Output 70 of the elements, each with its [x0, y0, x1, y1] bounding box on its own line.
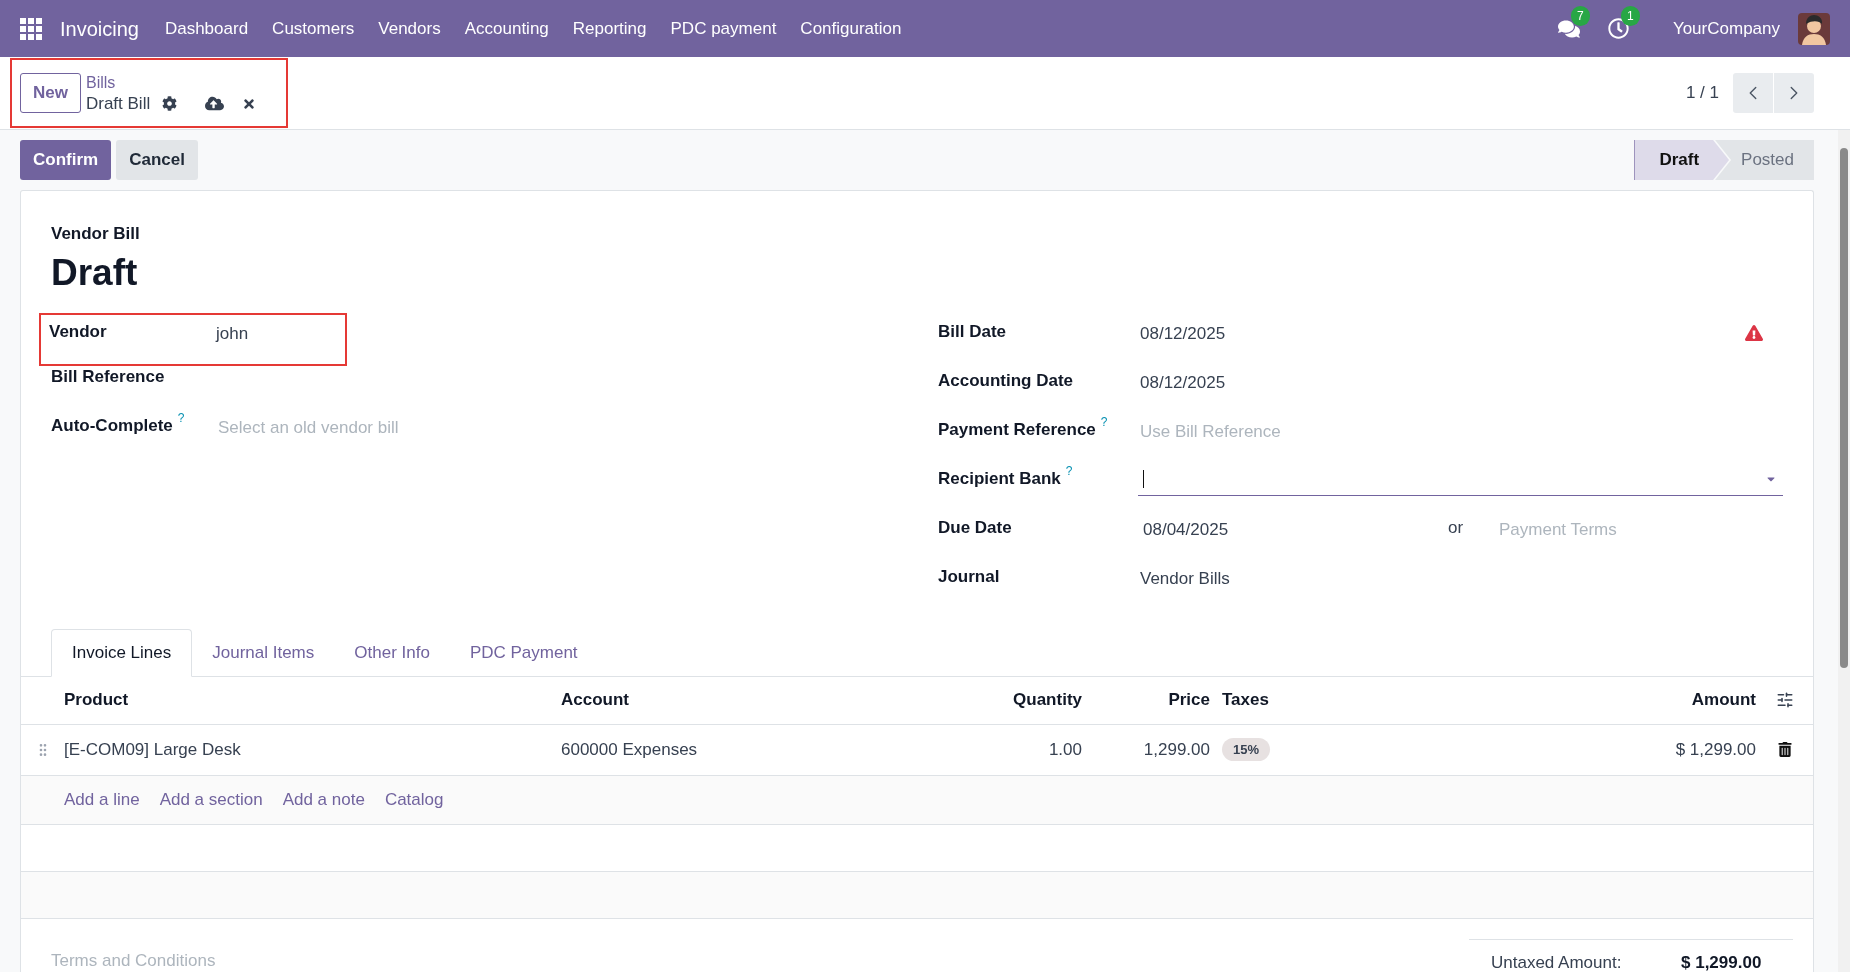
document-type: Vendor Bill [51, 223, 140, 245]
column-header[interactable]: Amount [1691, 687, 1756, 713]
breadcrumb-link[interactable]: Bills [85, 72, 257, 93]
message-count: 7 [1570, 5, 1590, 26]
field-label: Payment Reference [938, 418, 1096, 441]
field-value[interactable]: john [214, 320, 249, 346]
total-label: Untaxed Amount: [1491, 951, 1623, 972]
table-cell-text: 1,299.00 [1143, 738, 1210, 761]
column-header[interactable]: Quantity [1013, 687, 1082, 713]
add-link[interactable]: Catalog [384, 786, 444, 813]
column-header[interactable]: Taxes [1222, 687, 1269, 713]
activity-count: 1 [1620, 6, 1640, 26]
record-title: Draft Bill [85, 93, 151, 114]
close-icon[interactable] [242, 96, 257, 111]
field-label: Accounting Date [938, 369, 1074, 392]
field-value[interactable]: 08/12/2025 [1138, 369, 1226, 395]
menu-item[interactable]: Vendors [378, 15, 441, 42]
menu-item[interactable]: Dashboard [164, 15, 249, 42]
add-link[interactable]: Add a line [64, 786, 140, 813]
column-header[interactable]: Product [64, 687, 129, 713]
field-label: Recipient Bank [938, 467, 1061, 490]
notebook-tab[interactable]: PDC Payment [449, 628, 598, 677]
clock-icon[interactable] [1607, 18, 1629, 39]
menu-item[interactable]: Configuration [800, 15, 902, 42]
column-header[interactable]: Price [1168, 687, 1210, 713]
notebook-tab[interactable]: Journal Items [192, 628, 335, 677]
add-link[interactable]: Add a note [282, 786, 365, 813]
menu-item[interactable]: PDC payment [670, 15, 777, 42]
column-settings-icon[interactable] [1775, 691, 1794, 709]
field-label: Vendor [49, 320, 107, 343]
cloud-upload-icon[interactable] [205, 94, 225, 113]
apps-grid-icon[interactable] [20, 17, 42, 40]
table-cell-text: 600000 Expenses [561, 738, 698, 761]
field-label: Bill Date [938, 320, 1007, 343]
app-name[interactable]: Invoicing [60, 13, 139, 44]
field-label: Auto-Complete [51, 414, 173, 437]
action-button[interactable]: Confirm [20, 140, 112, 180]
document-title: Draft [51, 250, 138, 295]
field-value[interactable]: Vendor Bills [1138, 565, 1230, 591]
company-name[interactable]: YourCompany [1672, 15, 1780, 42]
menu-item[interactable]: Reporting [572, 15, 647, 42]
column-header[interactable]: Account [561, 687, 629, 713]
table-cell-text: 1.00 [1048, 738, 1082, 761]
or-label: or [1448, 516, 1465, 539]
field-label: Due Date [938, 516, 1012, 539]
tax-tag: 15% [1222, 738, 1271, 761]
help-mark[interactable]: ? [177, 410, 185, 425]
field-label: Journal [938, 565, 1000, 588]
help-mark[interactable]: ? [1065, 463, 1073, 478]
scrollbar[interactable] [1838, 130, 1850, 972]
field-label: Bill Reference [51, 365, 165, 388]
help-mark[interactable]: ? [1100, 414, 1108, 429]
menu-item[interactable]: Accounting [464, 15, 549, 42]
notebook-tab[interactable]: Other Info [334, 628, 450, 677]
avatar-icon[interactable] [1798, 12, 1830, 45]
settings-icon[interactable] [162, 96, 178, 111]
pager-text: 1 / 1 [1685, 82, 1719, 105]
add-link[interactable]: Add a section [159, 786, 263, 813]
menu-item[interactable]: Customers [272, 15, 355, 42]
delete-icon[interactable] [1777, 742, 1792, 757]
field-value[interactable]: 08/12/2025 [1138, 320, 1226, 346]
total-value: $ 1,299.00 [1681, 951, 1762, 972]
status-step[interactable]: Draft [1634, 140, 1730, 180]
status-step[interactable]: Posted [1715, 140, 1814, 180]
table-cell-text: [E-COM09] Large Desk [64, 738, 241, 761]
action-button[interactable]: Cancel [116, 140, 198, 180]
new-button[interactable]: New [20, 73, 81, 113]
notebook-tab[interactable]: Invoice Lines [51, 628, 193, 677]
field-value[interactable]: 08/04/2025 [1138, 516, 1448, 542]
table-cell-text: $ 1,299.00 [1675, 738, 1756, 761]
